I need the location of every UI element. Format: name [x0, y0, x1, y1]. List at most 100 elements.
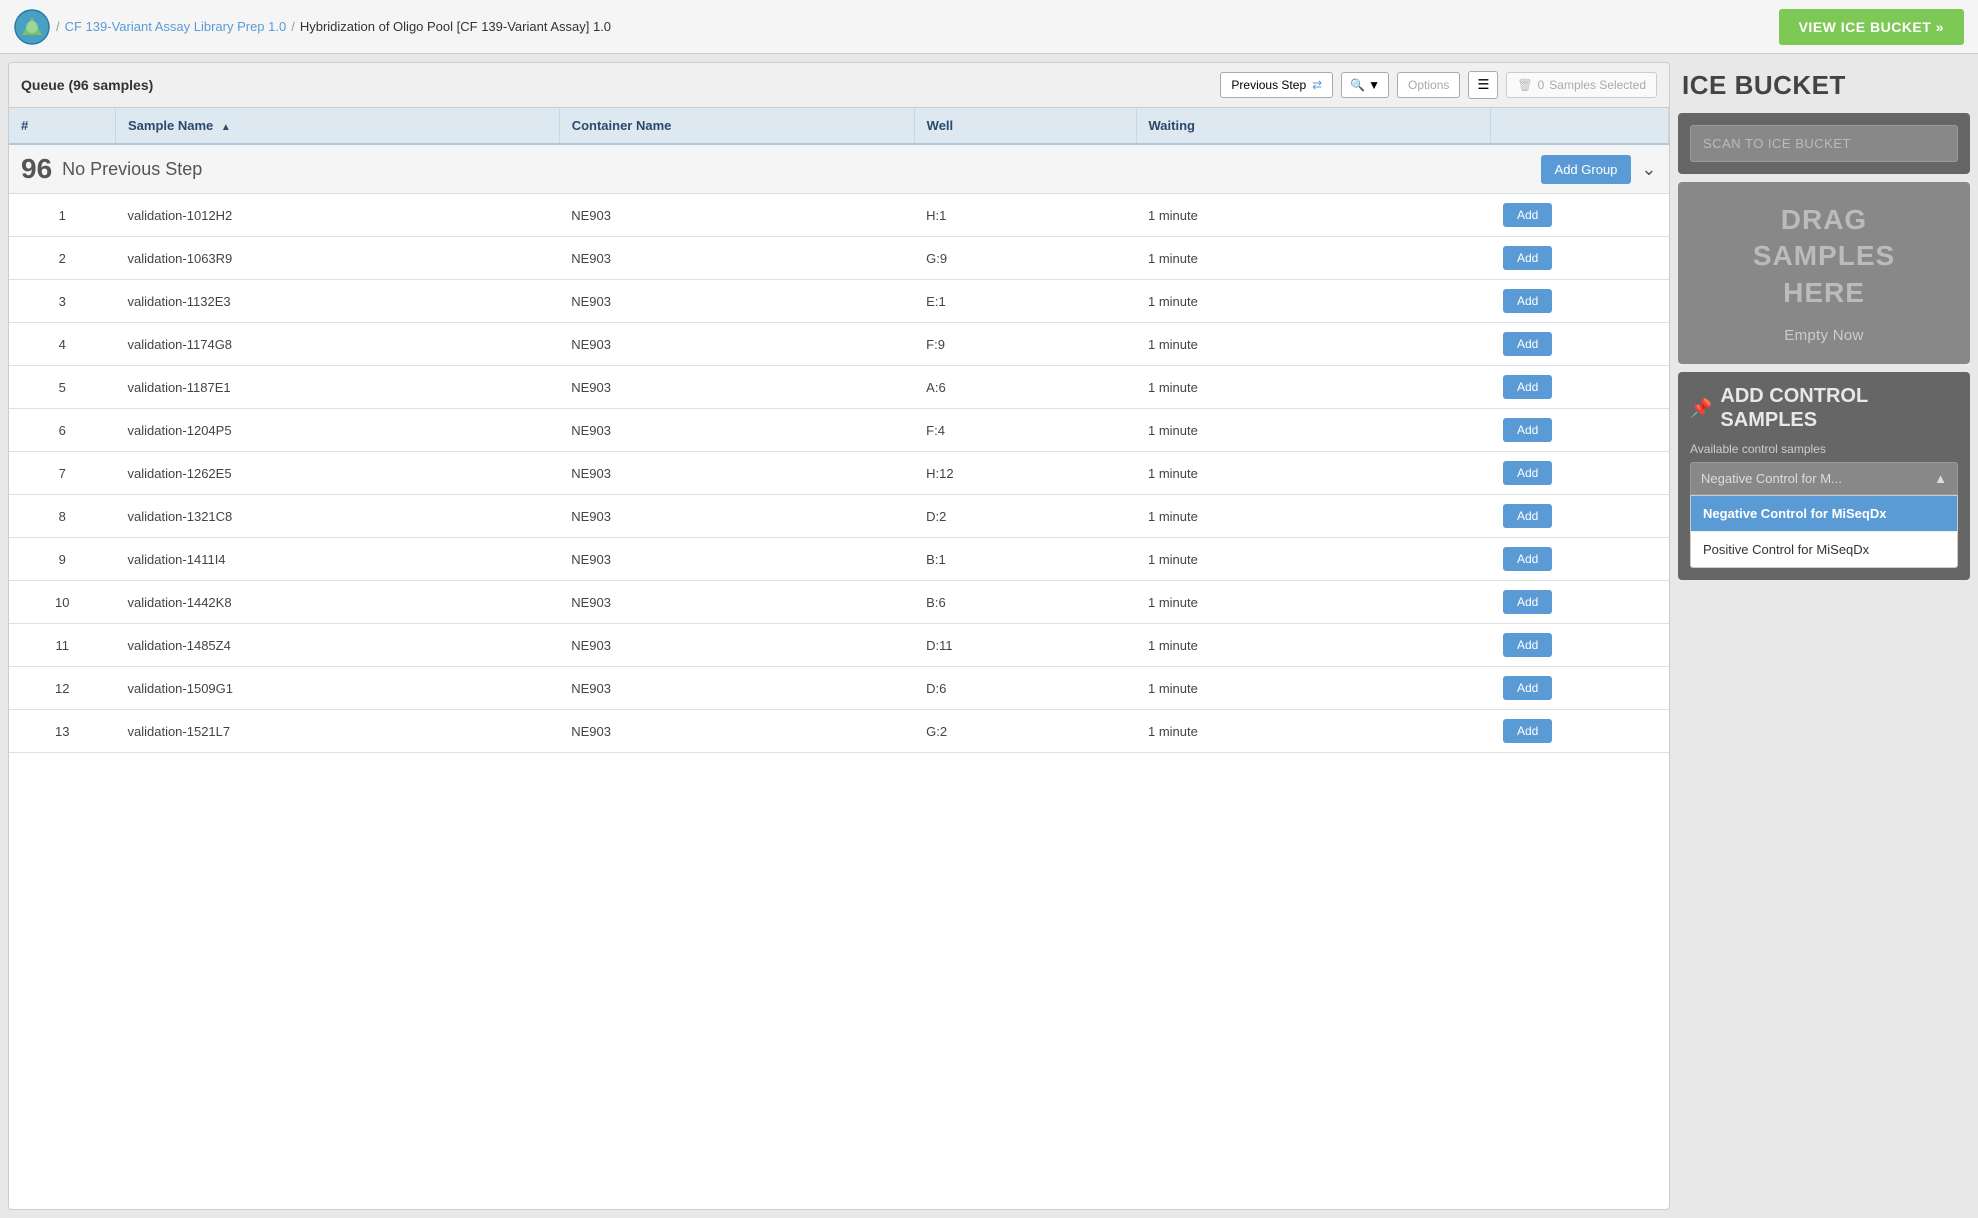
table-row: 2 validation-1063R9 NE903 G:9 1 minute A…: [9, 237, 1669, 280]
row-waiting: 1 minute: [1136, 667, 1491, 710]
row-container: NE903: [559, 581, 914, 624]
scroll-up-icon: ▲: [1934, 471, 1947, 486]
left-panel: Queue (96 samples) Previous Step ⇄ 🔍 ▼ O…: [8, 62, 1670, 1210]
row-sample: validation-1187E1: [115, 366, 559, 409]
options-button[interactable]: Options: [1397, 72, 1460, 98]
col-header-container: Container Name: [559, 108, 914, 144]
row-container: NE903: [559, 409, 914, 452]
sample-table: # Sample Name ▲ Container Name Well Wait…: [9, 108, 1669, 753]
row-num: 11: [9, 624, 115, 667]
add-sample-button[interactable]: Add: [1503, 375, 1552, 399]
row-action: Add: [1491, 495, 1669, 538]
row-action: Add: [1491, 581, 1669, 624]
row-num: 6: [9, 409, 115, 452]
row-num: 1: [9, 194, 115, 237]
previous-step-button[interactable]: Previous Step ⇄: [1220, 72, 1333, 98]
add-sample-button[interactable]: Add: [1503, 418, 1552, 442]
breadcrumb-sep2: /: [291, 19, 295, 34]
row-sample: validation-1204P5: [115, 409, 559, 452]
row-action: Add: [1491, 237, 1669, 280]
row-container: NE903: [559, 452, 914, 495]
row-well: B:1: [914, 538, 1136, 581]
row-action: Add: [1491, 366, 1669, 409]
add-sample-button[interactable]: Add: [1503, 676, 1552, 700]
add-sample-button[interactable]: Add: [1503, 547, 1552, 571]
breadcrumb: / CF 139-Variant Assay Library Prep 1.0 …: [56, 19, 611, 34]
group-row-inner: 96 No Previous Step Add Group ⌄: [21, 153, 1657, 185]
row-action: Add: [1491, 710, 1669, 753]
row-container: NE903: [559, 495, 914, 538]
row-sample: validation-1321C8: [115, 495, 559, 538]
add-sample-button[interactable]: Add: [1503, 289, 1552, 313]
search-dropdown-icon: ▼: [1368, 78, 1380, 92]
table-row: 4 validation-1174G8 NE903 F:9 1 minute A…: [9, 323, 1669, 366]
control-samples-title: ADD CONTROLSAMPLES: [1720, 384, 1868, 432]
row-well: F:4: [914, 409, 1136, 452]
breadcrumb-link[interactable]: CF 139-Variant Assay Library Prep 1.0: [65, 19, 287, 34]
control-samples-icon: 📌: [1690, 398, 1712, 419]
ice-bucket-title: ICE BUCKET: [1678, 62, 1970, 113]
group-label: No Previous Step: [62, 159, 202, 180]
row-waiting: 1 minute: [1136, 409, 1491, 452]
table-row: 9 validation-1411I4 NE903 B:1 1 minute A…: [9, 538, 1669, 581]
row-well: H:12: [914, 452, 1136, 495]
add-group-button[interactable]: Add Group: [1541, 155, 1632, 184]
control-list-item[interactable]: Negative Control for MiSeqDx: [1691, 496, 1957, 532]
row-container: NE903: [559, 366, 914, 409]
row-num: 4: [9, 323, 115, 366]
table-row: 13 validation-1521L7 NE903 G:2 1 minute …: [9, 710, 1669, 753]
row-sample: validation-1521L7: [115, 710, 559, 753]
row-waiting: 1 minute: [1136, 624, 1491, 667]
row-sample: validation-1132E3: [115, 280, 559, 323]
scan-box: [1678, 113, 1970, 174]
drag-zone[interactable]: DRAGSAMPLESHERE Empty Now: [1678, 182, 1970, 364]
menu-icon-button[interactable]: ☰: [1468, 71, 1498, 99]
row-container: NE903: [559, 237, 914, 280]
add-sample-button[interactable]: Add: [1503, 590, 1552, 614]
add-sample-button[interactable]: Add: [1503, 246, 1552, 270]
top-bar-left: / CF 139-Variant Assay Library Prep 1.0 …: [14, 9, 611, 45]
row-waiting: 1 minute: [1136, 366, 1491, 409]
table-row: 3 validation-1132E3 NE903 E:1 1 minute A…: [9, 280, 1669, 323]
add-sample-button[interactable]: Add: [1503, 332, 1552, 356]
app-logo: [14, 9, 50, 45]
queue-bar: Queue (96 samples) Previous Step ⇄ 🔍 ▼ O…: [9, 63, 1669, 108]
row-waiting: 1 minute: [1136, 452, 1491, 495]
row-container: NE903: [559, 280, 914, 323]
add-sample-button[interactable]: Add: [1503, 461, 1552, 485]
row-num: 5: [9, 366, 115, 409]
control-list-item[interactable]: Positive Control for MiSeqDx: [1691, 532, 1957, 567]
samples-selected-label: Samples Selected: [1549, 78, 1646, 92]
row-sample: validation-1262E5: [115, 452, 559, 495]
empty-now-button[interactable]: Empty Now: [1784, 327, 1863, 344]
col-header-sample[interactable]: Sample Name ▲: [115, 108, 559, 144]
row-well: B:6: [914, 581, 1136, 624]
control-dropdown-selected[interactable]: Negative Control for M... ▲: [1690, 462, 1958, 495]
row-sample: validation-1509G1: [115, 667, 559, 710]
view-ice-bucket-button[interactable]: VIEW ICE BUCKET »: [1779, 9, 1964, 45]
search-button[interactable]: 🔍 ▼: [1341, 72, 1389, 98]
row-container: NE903: [559, 323, 914, 366]
main-layout: Queue (96 samples) Previous Step ⇄ 🔍 ▼ O…: [0, 54, 1978, 1218]
group-count: 96: [21, 153, 52, 185]
row-well: G:9: [914, 237, 1136, 280]
row-action: Add: [1491, 409, 1669, 452]
row-num: 3: [9, 280, 115, 323]
add-sample-button[interactable]: Add: [1503, 203, 1552, 227]
table-row: 6 validation-1204P5 NE903 F:4 1 minute A…: [9, 409, 1669, 452]
table-row: 11 validation-1485Z4 NE903 D:11 1 minute…: [9, 624, 1669, 667]
row-well: D:11: [914, 624, 1136, 667]
samples-selected-display: 🗑 0 Samples Selected: [1506, 72, 1657, 98]
table-row: 1 validation-1012H2 NE903 H:1 1 minute A…: [9, 194, 1669, 237]
table-row: 8 validation-1321C8 NE903 D:2 1 minute A…: [9, 495, 1669, 538]
row-sample: validation-1442K8: [115, 581, 559, 624]
add-sample-button[interactable]: Add: [1503, 719, 1552, 743]
chevron-down-icon[interactable]: ⌄: [1641, 159, 1656, 180]
scan-input[interactable]: [1690, 125, 1958, 162]
add-sample-button[interactable]: Add: [1503, 504, 1552, 528]
row-action: Add: [1491, 538, 1669, 581]
row-well: H:1: [914, 194, 1136, 237]
add-sample-button[interactable]: Add: [1503, 633, 1552, 657]
search-icon: 🔍: [1350, 78, 1365, 92]
row-waiting: 1 minute: [1136, 194, 1491, 237]
